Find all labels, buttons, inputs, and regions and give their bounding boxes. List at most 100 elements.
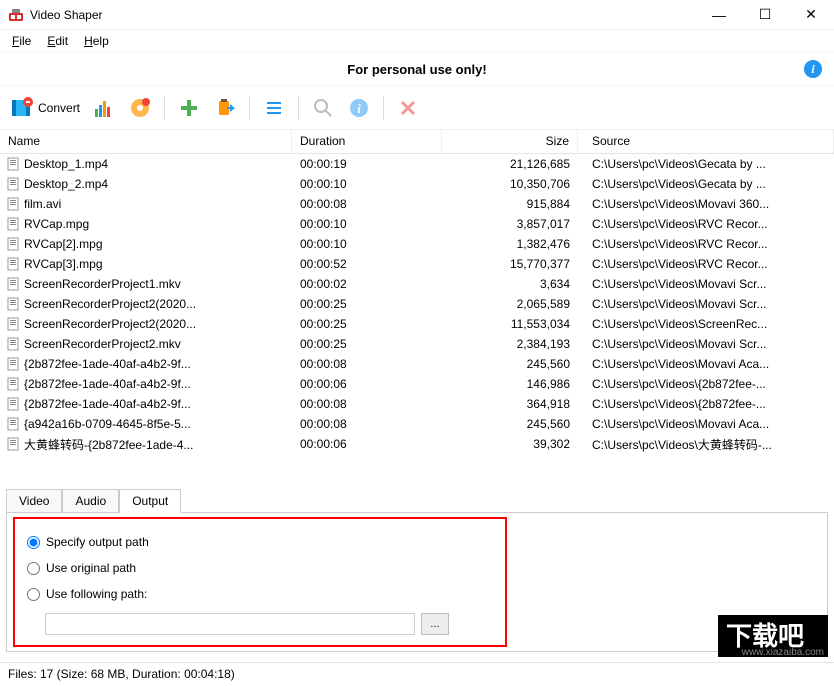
file-size: 10,350,706 bbox=[442, 177, 578, 191]
maximize-button[interactable]: ☐ bbox=[742, 0, 788, 30]
search-button[interactable] bbox=[307, 92, 339, 124]
file-source: C:\Users\pc\Videos\Movavi Scr... bbox=[578, 277, 834, 291]
file-duration: 00:00:08 bbox=[292, 417, 442, 431]
radio-following-path[interactable] bbox=[27, 588, 40, 601]
file-name: ScreenRecorderProject2.mkv bbox=[24, 337, 181, 351]
file-source: C:\Users\pc\Videos\Movavi Aca... bbox=[578, 357, 834, 371]
file-source: C:\Users\pc\Videos\Gecata by ... bbox=[578, 157, 834, 171]
file-size: 1,382,476 bbox=[442, 237, 578, 251]
info-button[interactable]: i bbox=[343, 92, 375, 124]
file-size: 2,065,589 bbox=[442, 297, 578, 311]
file-name: ScreenRecorderProject1.mkv bbox=[24, 277, 181, 291]
file-icon bbox=[6, 357, 20, 371]
table-row[interactable]: Desktop_2.mp4 00:00:1010,350,706C:\Users\… bbox=[0, 174, 834, 194]
separator bbox=[249, 96, 250, 120]
table-row[interactable]: RVCap.mpg00:00:103,857,017C:\Users\pc\Vi… bbox=[0, 214, 834, 234]
list-button[interactable] bbox=[258, 92, 290, 124]
add-button[interactable] bbox=[173, 92, 205, 124]
info-icon[interactable]: i bbox=[804, 60, 822, 78]
table-row[interactable]: ScreenRecorderProject2.mkv00:00:252,384,… bbox=[0, 334, 834, 354]
file-name: ScreenRecorderProject2(2020... bbox=[24, 297, 196, 311]
file-name: RVCap[2].mpg bbox=[24, 237, 103, 251]
file-source: C:\Users\pc\Videos\Movavi Aca... bbox=[578, 417, 834, 431]
file-duration: 00:00:08 bbox=[292, 397, 442, 411]
app-icon bbox=[8, 7, 24, 23]
table-header: Name Duration Size Source bbox=[0, 130, 834, 154]
file-icon bbox=[6, 257, 20, 271]
close-button[interactable]: ✕ bbox=[788, 0, 834, 30]
col-header-source[interactable]: Source bbox=[578, 130, 834, 153]
minimize-button[interactable]: — bbox=[696, 0, 742, 30]
col-header-name[interactable]: Name bbox=[0, 130, 292, 153]
file-icon bbox=[6, 197, 20, 211]
file-source: C:\Users\pc\Videos\Gecata by ... bbox=[578, 177, 834, 191]
tab-audio[interactable]: Audio bbox=[62, 489, 119, 513]
file-source: C:\Users\pc\Videos\{2b872fee-... bbox=[578, 397, 834, 411]
table-row[interactable]: ScreenRecorderProject2(2020...00:00:2511… bbox=[0, 314, 834, 334]
file-icon bbox=[6, 337, 20, 351]
col-header-duration[interactable]: Duration bbox=[292, 130, 442, 153]
table-row[interactable]: RVCap[3].mpg00:00:5215,770,377C:\Users\p… bbox=[0, 254, 834, 274]
delete-button[interactable] bbox=[392, 92, 424, 124]
path-input[interactable] bbox=[45, 613, 415, 635]
titlebar: Video Shaper — ☐ ✕ bbox=[0, 0, 834, 30]
file-source: C:\Users\pc\Videos\RVC Recor... bbox=[578, 237, 834, 251]
burn-disc-button[interactable] bbox=[124, 92, 156, 124]
file-icon bbox=[6, 237, 20, 251]
file-name: ScreenRecorderProject2(2020... bbox=[24, 317, 196, 331]
file-source: C:\Users\pc\Videos\Movavi Scr... bbox=[578, 337, 834, 351]
convert-button[interactable]: Convert bbox=[6, 92, 84, 124]
table-row[interactable]: ScreenRecorderProject2(2020... 00:00:252,… bbox=[0, 294, 834, 314]
file-icon bbox=[6, 277, 20, 291]
table-row[interactable]: 大黄蜂转码-{2b872fee-1ade-4...00:00:0639,302C… bbox=[0, 434, 834, 454]
statusbar: Files: 17 (Size: 68 MB, Duration: 00:04:… bbox=[0, 662, 834, 686]
equalizer-button[interactable] bbox=[88, 92, 120, 124]
file-size: 11,553,034 bbox=[442, 317, 578, 331]
table-row[interactable]: Desktop_1.mp400:00:1921,126,685C:\Users\… bbox=[0, 154, 834, 174]
file-size: 146,986 bbox=[442, 377, 578, 391]
banner-text: For personal use only! bbox=[347, 62, 486, 77]
separator bbox=[383, 96, 384, 120]
table-row[interactable]: {2b872fee-1ade-40af-a4b2-9f...00:00:0836… bbox=[0, 394, 834, 414]
file-source: C:\Users\pc\Videos\{2b872fee-... bbox=[578, 377, 834, 391]
file-size: 245,560 bbox=[442, 417, 578, 431]
file-icon bbox=[6, 437, 20, 451]
file-icon bbox=[6, 297, 20, 311]
file-duration: 00:00:19 bbox=[292, 157, 442, 171]
table-row[interactable]: {a942a16b-0709-4645-8f5e-5... 00:00:08245… bbox=[0, 414, 834, 434]
radio-specify-path[interactable] bbox=[27, 536, 40, 549]
file-size: 15,770,377 bbox=[442, 257, 578, 271]
label-following-path: Use following path: bbox=[46, 587, 147, 601]
table-row[interactable]: ScreenRecorderProject1.mkv00:00:023,634C… bbox=[0, 274, 834, 294]
paste-button[interactable] bbox=[209, 92, 241, 124]
file-duration: 00:00:25 bbox=[292, 297, 442, 311]
file-name: {a942a16b-0709-4645-8f5e-5... bbox=[24, 417, 191, 431]
file-source: C:\Users\pc\Videos\Movavi 360... bbox=[578, 197, 834, 211]
file-icon bbox=[6, 217, 20, 231]
table-row[interactable]: {2b872fee-1ade-40af-a4b2-9f...00:00:0614… bbox=[0, 374, 834, 394]
file-name: Desktop_1.mp4 bbox=[24, 157, 108, 171]
file-name: {2b872fee-1ade-40af-a4b2-9f... bbox=[24, 377, 191, 391]
file-name: {2b872fee-1ade-40af-a4b2-9f... bbox=[24, 397, 191, 411]
file-name: {2b872fee-1ade-40af-a4b2-9f... bbox=[24, 357, 191, 371]
browse-button[interactable]: ... bbox=[421, 613, 449, 635]
file-duration: 00:00:06 bbox=[292, 437, 442, 451]
file-name: Desktop_2.mp4 bbox=[24, 177, 108, 191]
menu-file[interactable]: File bbox=[4, 32, 39, 50]
file-name: RVCap[3].mpg bbox=[24, 257, 103, 271]
table-row[interactable]: {2b872fee-1ade-40af-a4b2-9f...00:00:0824… bbox=[0, 354, 834, 374]
table-row[interactable]: film.avi00:00:08915,884C:\Users\pc\Video… bbox=[0, 194, 834, 214]
file-duration: 00:00:10 bbox=[292, 177, 442, 191]
menu-edit[interactable]: Edit bbox=[39, 32, 76, 50]
menu-help[interactable]: Help bbox=[76, 32, 117, 50]
separator bbox=[164, 96, 165, 120]
file-size: 245,560 bbox=[442, 357, 578, 371]
file-icon bbox=[6, 157, 20, 171]
window-title: Video Shaper bbox=[30, 8, 103, 22]
file-name: RVCap.mpg bbox=[24, 217, 89, 231]
tab-output[interactable]: Output bbox=[119, 489, 181, 513]
table-row[interactable]: RVCap[2].mpg00:00:101,382,476C:\Users\pc… bbox=[0, 234, 834, 254]
tab-video[interactable]: Video bbox=[6, 489, 62, 513]
radio-original-path[interactable] bbox=[27, 562, 40, 575]
col-header-size[interactable]: Size bbox=[442, 130, 578, 153]
